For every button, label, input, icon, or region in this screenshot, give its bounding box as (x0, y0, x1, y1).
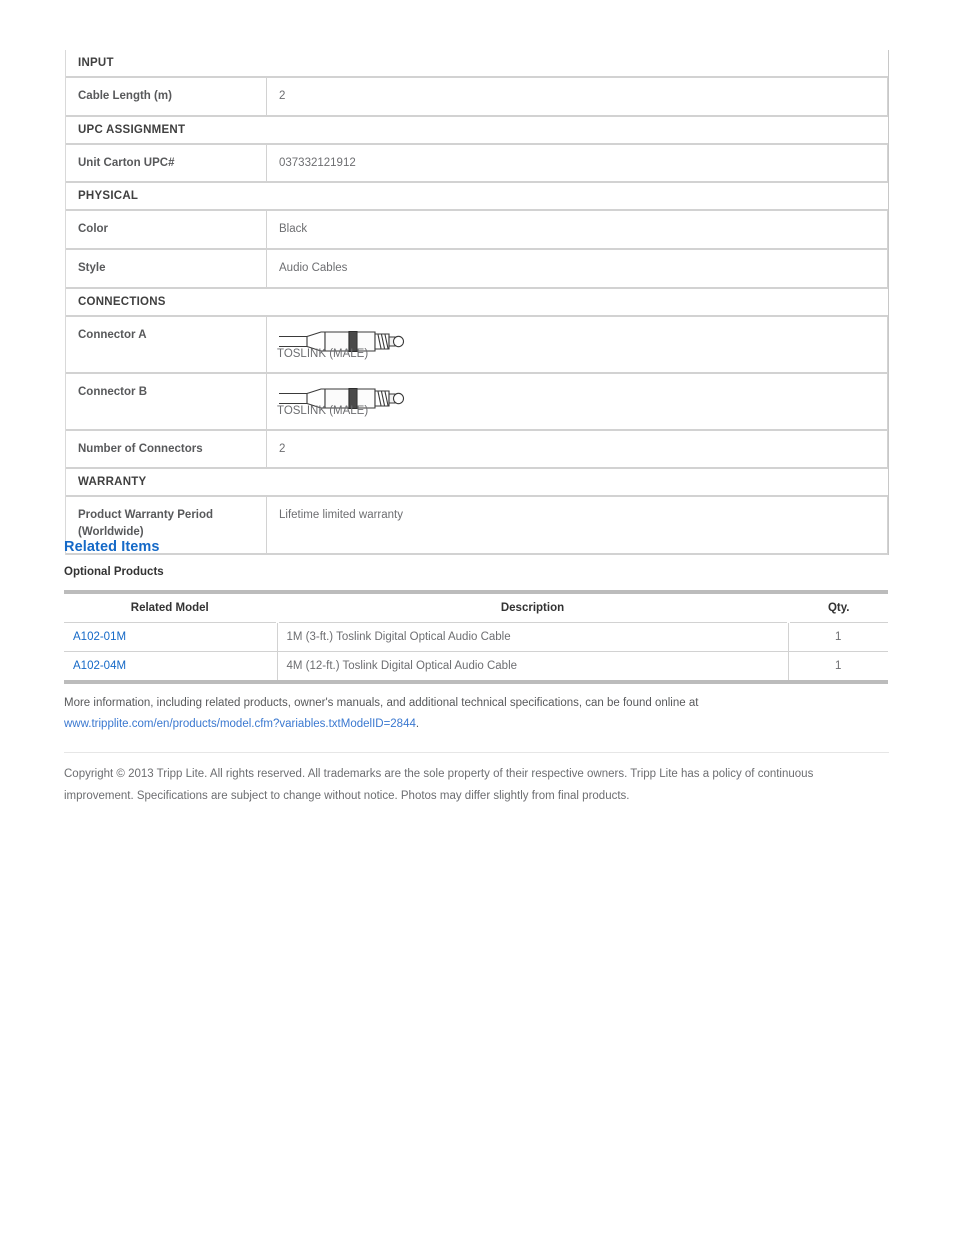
spec-section-title: INPUT (78, 57, 114, 69)
copyright-notice: Copyright © 2013 Tripp Lite. All rights … (64, 768, 814, 803)
spec-label: Style (66, 250, 267, 289)
spec-section-row: WARRANTY (66, 469, 888, 498)
spec-label: Unit Carton UPC# (66, 144, 267, 184)
related-model-link[interactable]: A102-04M (73, 660, 126, 672)
related-model-link[interactable]: A102-01M (73, 631, 126, 643)
specifications-table: INPUT Cable Length (m) 2 UPC ASSIGNMENT Unit… (65, 50, 889, 556)
spec-row: Connector A TOSLINK (MALE) (66, 316, 888, 374)
footer-divider (64, 752, 889, 753)
spec-section-title: PHYSICAL (78, 190, 139, 203)
spec-section-title: UPC ASSIGNMENT (78, 123, 186, 136)
connector-graphic: TOSLINK (MALE) (277, 380, 877, 419)
cell-qty: 1 (788, 651, 888, 684)
cell-qty: 1 (788, 622, 888, 652)
more-information-block: More information, including related prod… (64, 693, 894, 736)
table-row: A102-04M 4M (12-ft.) Toslink Digital Opti… (64, 651, 888, 684)
cell-related-model: A102-01M (64, 622, 278, 652)
spec-value: TOSLINK (MALE) (267, 373, 888, 431)
connector-caption: TOSLINK (MALE) (277, 404, 369, 417)
spec-row: Cable Length (m) 2 (66, 78, 888, 117)
link-suffix-period: . (415, 718, 420, 731)
cell-description: 1M (3-ft.) Toslink Digital Optical Audio… (277, 622, 789, 652)
spec-label: Connector A (66, 316, 267, 374)
spec-value: 2 (267, 78, 888, 117)
spec-value: 037332121912 (267, 144, 888, 184)
spec-row: Unit Carton UPC# 037332121912 (66, 144, 888, 184)
related-items-heading: Related Items (64, 539, 160, 555)
spec-label: Number of Connectors (66, 430, 267, 470)
spec-row: Product Warranty Period (Worldwide) Lifeti… (66, 497, 888, 556)
spec-value: Black (267, 211, 888, 251)
column-header-qty: Qty. (788, 590, 888, 623)
related-items-table: Related Model Description Qty. A102-01M 1… (64, 590, 888, 684)
connector-graphic: TOSLINK (MALE) (277, 323, 877, 362)
spec-section-row: INPUT (66, 50, 888, 78)
spec-section-row: CONNECTIONS (66, 289, 888, 317)
connector-caption: TOSLINK (MALE) (277, 347, 369, 360)
column-header-related-model: Related Model (64, 590, 279, 623)
related-items-table-head: Related Model Description Qty. (64, 590, 888, 623)
spec-row: Number of Connectors 2 (66, 430, 888, 470)
spec-label: Cable Length (m) (66, 78, 267, 117)
spec-section-row: PHYSICAL (66, 183, 888, 212)
spec-value: Lifetime limited warranty (267, 497, 888, 556)
spec-label: Connector B (66, 373, 267, 431)
cell-description: 4M (12-ft.) Toslink Digital Optical Audi… (277, 651, 789, 684)
spec-value: Audio Cables (267, 250, 888, 289)
spec-row: Connector B TOSLINK (MALE) (66, 373, 888, 431)
spec-row: Style Audio Cables (66, 250, 888, 289)
product-spec-page: INPUT Cable Length (m) 2 UPC ASSIGNMENT Unit… (0, 0, 954, 1235)
spec-label: Color (66, 211, 267, 251)
spec-section-title: WARRANTY (78, 476, 147, 489)
cell-related-model: A102-04M (64, 651, 278, 684)
spec-value: 2 (267, 430, 888, 470)
product-page-link[interactable]: www.tripplite.com/en/products/model.cfm?… (64, 718, 416, 730)
spec-value: TOSLINK (MALE) (267, 316, 888, 374)
spec-section-row: UPC ASSIGNMENT (66, 117, 888, 145)
column-header-description: Description (277, 590, 790, 623)
table-row: A102-01M 1M (3-ft.) Toslink Digital Optic… (64, 622, 888, 652)
spec-row: Color Black (66, 211, 888, 251)
related-items-header-row: Related Model Description Qty. (64, 590, 888, 623)
optional-products-subheading: Optional Products (64, 566, 164, 578)
related-items-table-body: A102-01M 1M (3-ft.) Toslink Digital Optic… (64, 622, 888, 684)
spec-section-title: CONNECTIONS (78, 295, 166, 308)
more-information-text: More information, including related prod… (64, 697, 699, 709)
